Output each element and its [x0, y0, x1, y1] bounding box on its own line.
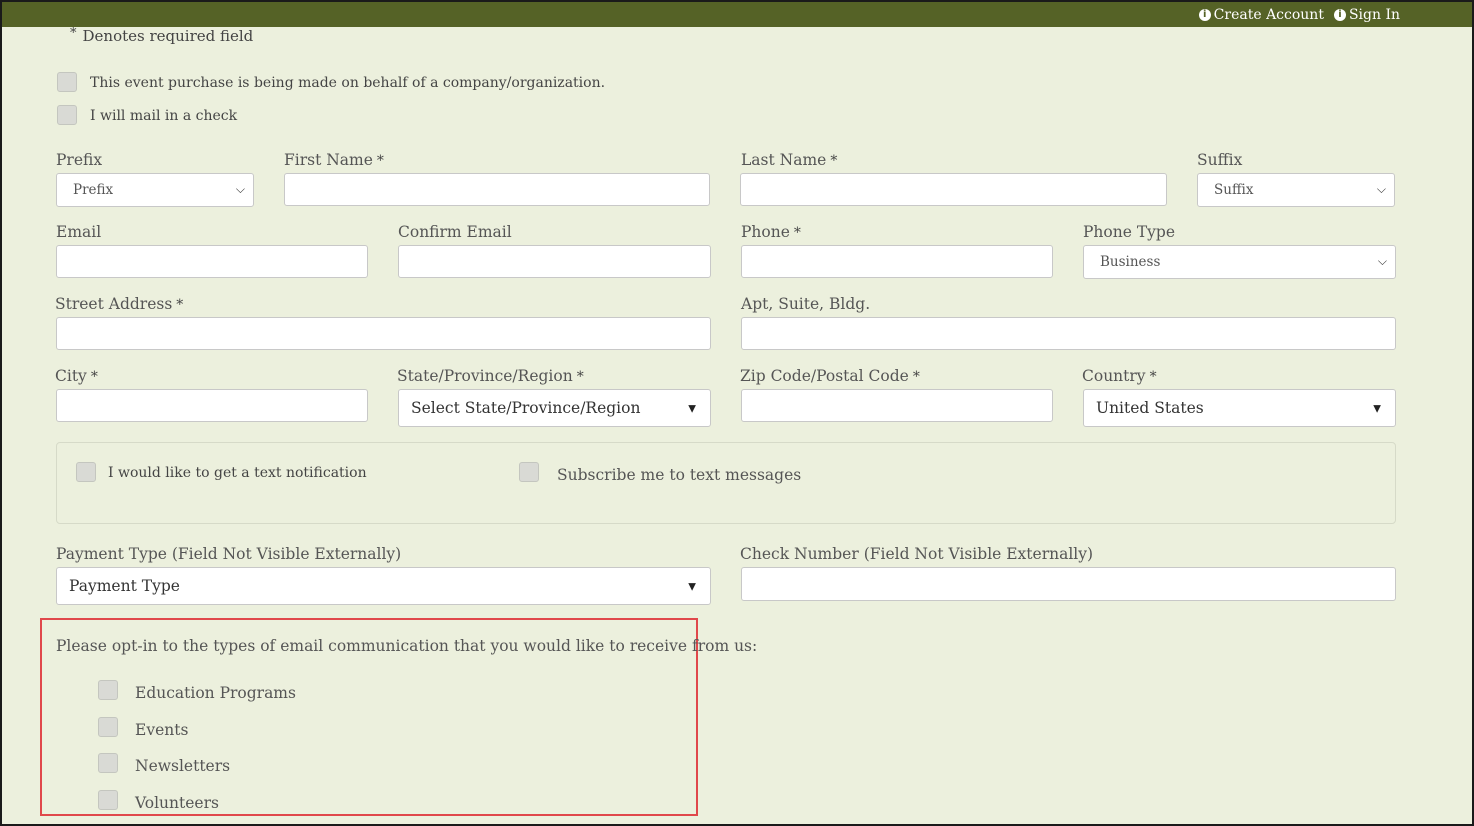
check-number-input[interactable]: [741, 567, 1396, 601]
phone-input[interactable]: [741, 245, 1053, 278]
zip-label: Zip Code/Postal Code *: [740, 367, 920, 385]
chevron-down-icon: ⌵: [1376, 181, 1386, 196]
text-notification-checkbox[interactable]: [76, 462, 96, 482]
apt-input[interactable]: [741, 317, 1396, 350]
optin-newsletters-checkbox[interactable]: [98, 753, 118, 773]
phone-type-select[interactable]: Business ⌵: [1083, 245, 1396, 279]
chevron-down-icon: ⌵: [235, 181, 245, 196]
zip-input[interactable]: [741, 389, 1053, 422]
street-address-input[interactable]: [56, 317, 711, 350]
optin-education-label: Education Programs: [135, 684, 296, 702]
confirm-email-label: Confirm Email: [398, 223, 512, 241]
last-name-input[interactable]: [740, 173, 1167, 206]
country-label: Country *: [1082, 367, 1157, 385]
optin-title: Please opt-in to the types of email comm…: [56, 637, 758, 655]
phone-label: Phone *: [741, 223, 801, 241]
confirm-email-input[interactable]: [398, 245, 711, 278]
optin-volunteers-label: Volunteers: [135, 794, 219, 812]
payment-type-label: Payment Type (Field Not Visible External…: [56, 545, 402, 563]
subscribe-text-label: Subscribe me to text messages: [557, 466, 802, 484]
suffix-select[interactable]: Suffix ⌵: [1197, 173, 1395, 207]
subscribe-text-checkbox[interactable]: [519, 462, 539, 482]
phone-type-label: Phone Type: [1083, 223, 1176, 241]
state-select[interactable]: Select State/Province/Region ▼: [398, 389, 711, 427]
required-note: * Denotes required field: [70, 26, 254, 45]
country-select[interactable]: United States ▼: [1083, 389, 1396, 427]
text-notification-label: I would like to get a text notification: [108, 465, 367, 481]
last-name-label: Last Name *: [741, 151, 838, 169]
city-input[interactable]: [56, 389, 368, 422]
prefix-label: Prefix: [56, 151, 103, 169]
chevron-down-icon: ⌵: [1377, 253, 1387, 268]
apt-label: Apt, Suite, Bldg.: [741, 295, 871, 313]
sign-in-link[interactable]: i Sign In: [1333, 7, 1400, 23]
first-name-label: First Name *: [284, 151, 384, 169]
prefix-select[interactable]: Prefix ⌵: [56, 173, 254, 207]
caret-down-icon: ▼: [688, 581, 696, 593]
payment-type-select[interactable]: Payment Type ▼: [56, 567, 711, 605]
check-number-label: Check Number (Field Not Visible External…: [740, 545, 1094, 563]
top-nav: i Create Account i Sign In: [1198, 7, 1400, 23]
state-label: State/Province/Region *: [397, 367, 584, 385]
caret-down-icon: ▼: [688, 403, 696, 415]
email-label: Email: [56, 223, 102, 241]
street-address-label: Street Address *: [55, 295, 184, 313]
mail-check-label: I will mail in a check: [90, 108, 238, 124]
caret-down-icon: ▼: [1373, 403, 1381, 415]
mail-check-checkbox[interactable]: [57, 105, 77, 125]
first-name-input[interactable]: [284, 173, 710, 206]
top-bar: i Create Account i Sign In: [2, 2, 1472, 27]
suffix-label: Suffix: [1197, 151, 1243, 169]
optin-events-checkbox[interactable]: [98, 717, 118, 737]
info-icon: i: [1198, 9, 1211, 21]
company-purchase-label: This event purchase is being made on beh…: [90, 75, 606, 91]
create-account-link[interactable]: i Create Account: [1198, 7, 1324, 23]
info-icon: i: [1333, 9, 1346, 21]
optin-volunteers-checkbox[interactable]: [98, 790, 118, 810]
company-purchase-checkbox[interactable]: [57, 72, 77, 92]
optin-education-checkbox[interactable]: [98, 680, 118, 700]
city-label: City *: [55, 367, 98, 385]
optin-newsletters-label: Newsletters: [135, 757, 231, 775]
optin-events-label: Events: [135, 721, 189, 739]
email-input[interactable]: [56, 245, 368, 278]
